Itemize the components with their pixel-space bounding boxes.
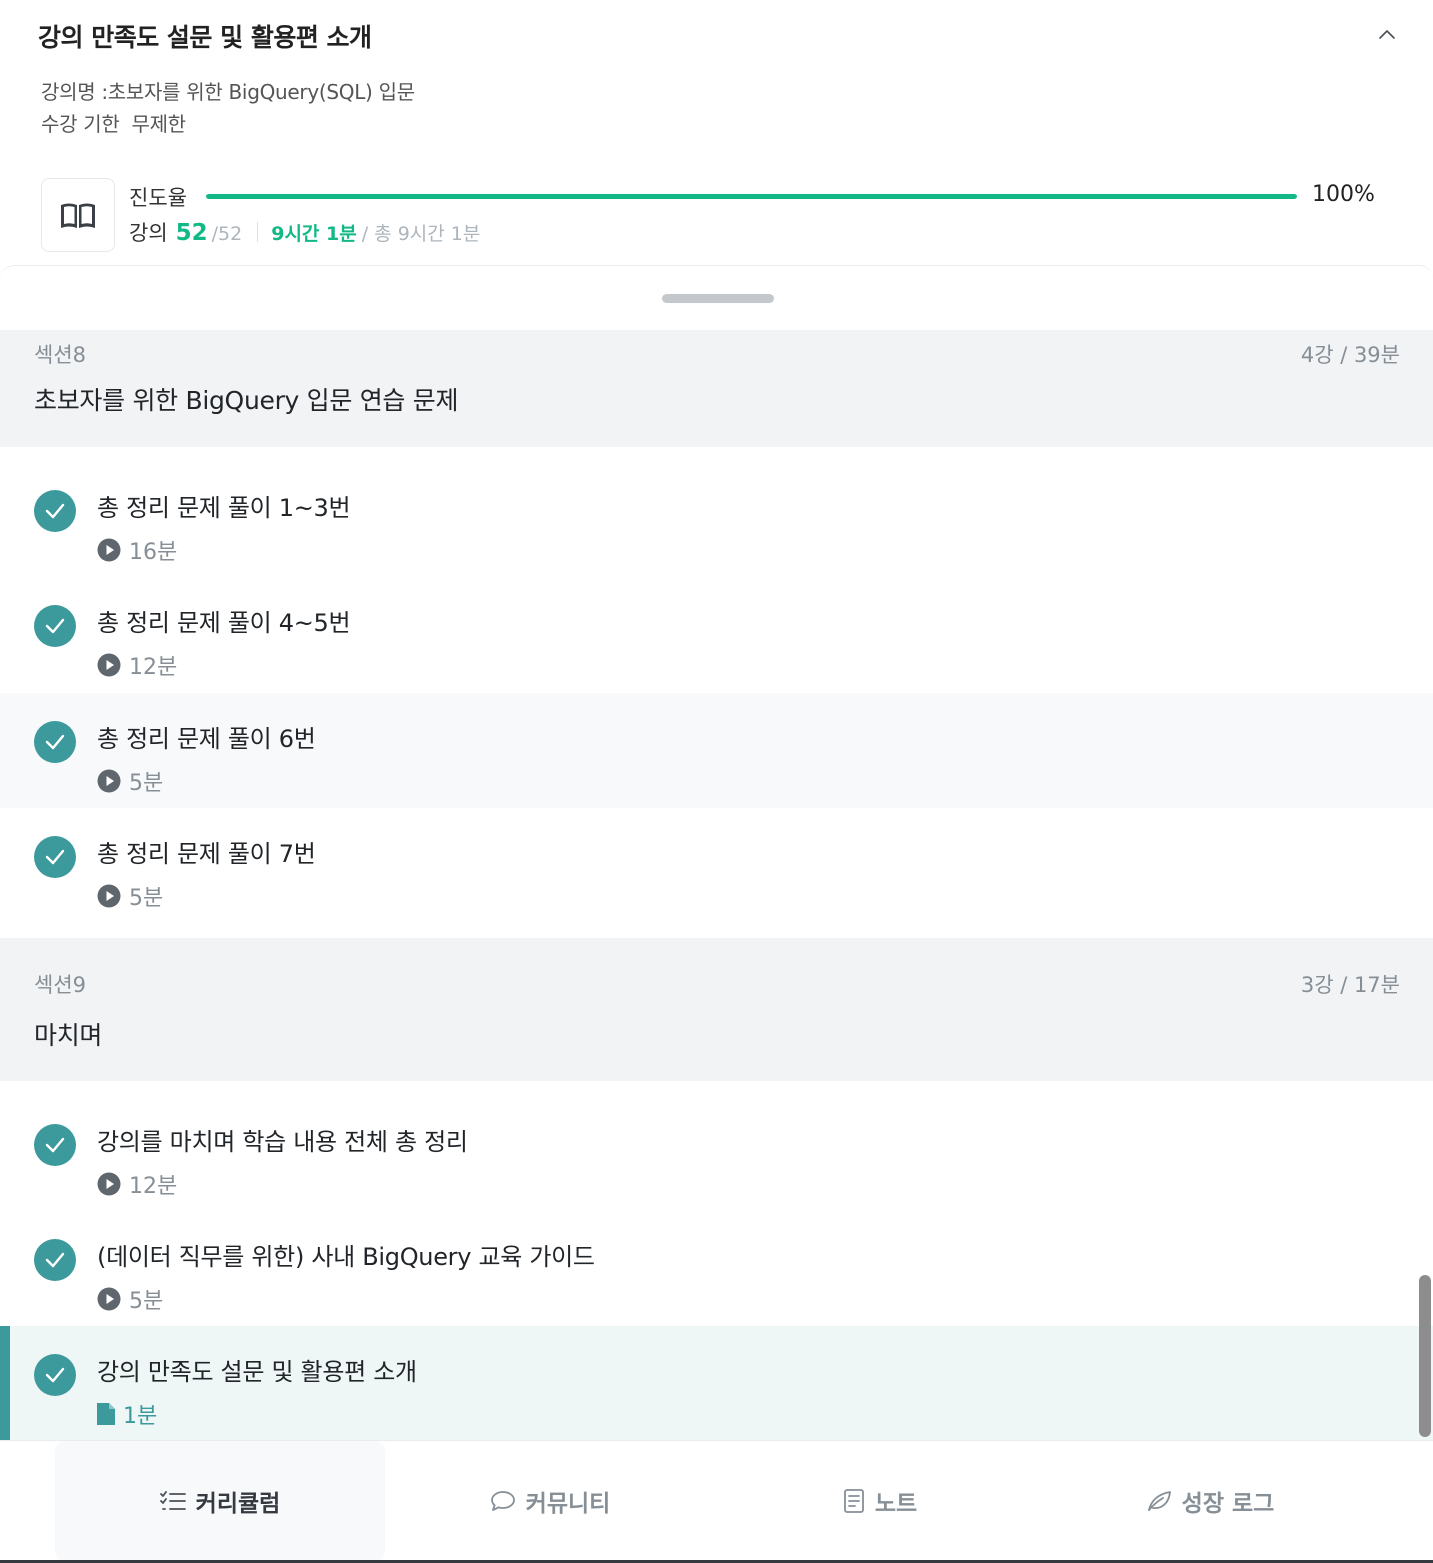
duration-text: 5분	[129, 886, 164, 911]
lesson-duration: 16분	[97, 534, 177, 566]
tab-note-label: 노트	[874, 1491, 918, 1517]
lesson-duration: 5분	[97, 765, 163, 797]
course-name: 강의명 :초보자를 위한 BigQuery(SQL) 입문	[41, 80, 415, 104]
section-meta: 4강 / 39분	[1300, 343, 1400, 367]
period-label: 수강 기한	[41, 112, 120, 136]
check-icon	[45, 503, 65, 519]
chat-bubble-icon	[490, 1491, 515, 1511]
lessons-done: 52	[175, 220, 208, 246]
lesson-title: 강의 만족도 설문 및 활용편 소개	[97, 1358, 417, 1386]
tab-growth-log[interactable]: 성장 로그	[1045, 1441, 1375, 1561]
drag-handle[interactable]	[662, 294, 774, 303]
check-icon	[45, 618, 65, 634]
book-icon	[61, 203, 95, 228]
completed-check	[34, 1124, 76, 1166]
lesson-duration: 5분	[97, 880, 163, 912]
lesson-title: 총 정리 문제 풀이 7번	[97, 840, 316, 868]
check-icon	[45, 1367, 65, 1383]
lesson-item[interactable]: 총 정리 문제 풀이 4~5번 12분	[0, 577, 1433, 692]
section-header[interactable]: 섹션8 4강 / 39분 초보자를 위한 BigQuery 입문 연습 문제	[0, 330, 1433, 447]
section-number: 섹션8	[34, 343, 87, 367]
lesson-title: 총 정리 문제 풀이 6번	[97, 725, 316, 753]
section-title: 마치며	[34, 1021, 103, 1050]
play-circle-icon	[97, 1172, 121, 1196]
course-header: 강의 만족도 설문 및 활용편 소개 강의명 :초보자를 위한 BigQuery…	[0, 0, 1433, 266]
play-circle-icon	[97, 538, 121, 562]
check-icon	[45, 734, 65, 750]
chevron-up-icon[interactable]	[1376, 24, 1398, 46]
section-number: 섹션9	[34, 973, 87, 997]
completed-check	[34, 1354, 76, 1396]
bottom-nav: 커리큘럼 커뮤니티 노트 성장 로그	[0, 1440, 1433, 1563]
scrollbar-thumb[interactable]	[1419, 1275, 1431, 1437]
completed-check	[34, 490, 76, 532]
lesson-duration: 12분	[97, 1168, 177, 1200]
duration-text: 5분	[129, 771, 164, 796]
lesson-item[interactable]: 강의를 마치며 학습 내용 전체 총 정리 12분	[0, 1096, 1433, 1211]
progress-label: 진도율	[129, 186, 187, 210]
duration-text: 12분	[129, 1174, 178, 1199]
duration-text: 1분	[123, 1404, 158, 1429]
note-icon	[843, 1489, 864, 1513]
progress-percent: 100%	[1312, 182, 1375, 207]
document-icon	[97, 1403, 115, 1425]
time-done: 9시간 1분	[271, 223, 357, 245]
lessons-total: /52	[211, 223, 243, 245]
progress-stats: 강의 52 /52 9시간 1분 / 총 9시간 1분	[129, 217, 480, 247]
lesson-item[interactable]: (데이터 직무를 위한) 사내 BigQuery 교육 가이드 5분	[0, 1211, 1433, 1326]
completed-check	[34, 1239, 76, 1281]
duration-text: 12분	[129, 655, 178, 680]
stats-divider	[257, 222, 259, 242]
book-thumbnail	[41, 178, 115, 252]
completed-check	[34, 605, 76, 647]
tab-curriculum-label: 커리큘럼	[195, 1491, 281, 1517]
lesson-duration: 12분	[97, 649, 177, 681]
completed-check	[34, 721, 76, 763]
curriculum-panel: 섹션8 4강 / 39분 초보자를 위한 BigQuery 입문 연습 문제 총…	[0, 265, 1433, 1563]
lesson-title: 총 정리 문제 풀이 4~5번	[97, 609, 351, 637]
play-circle-icon	[97, 653, 121, 677]
play-circle-icon	[97, 1287, 121, 1311]
tab-note[interactable]: 노트	[715, 1441, 1045, 1561]
section-header[interactable]: 섹션9 3강 / 17분 마치며	[0, 938, 1433, 1081]
lesson-item[interactable]: 총 정리 문제 풀이 6번 5분	[0, 693, 1433, 808]
duration-text: 5분	[129, 1289, 164, 1314]
progress-bar-fill	[206, 194, 1297, 199]
lesson-title: 총 정리 문제 풀이 1~3번	[97, 494, 351, 522]
tab-growth-log-label: 성장 로그	[1181, 1491, 1275, 1517]
lesson-title: (데이터 직무를 위한) 사내 BigQuery 교육 가이드	[97, 1243, 595, 1271]
duration-text: 16분	[129, 540, 178, 565]
lesson-duration: 1분	[97, 1398, 157, 1430]
section-meta: 3강 / 17분	[1300, 973, 1400, 997]
lesson-item[interactable]: 총 정리 문제 풀이 7번 5분	[0, 808, 1433, 923]
enrollment-period: 수강 기한 무제한	[41, 108, 186, 137]
tab-curriculum[interactable]: 커리큘럼	[55, 1441, 385, 1561]
progress-bar	[206, 194, 1297, 199]
play-circle-icon	[97, 769, 121, 793]
time-total: / 총 9시간 1분	[361, 223, 481, 245]
completed-check	[34, 836, 76, 878]
current-lesson-title: 강의 만족도 설문 및 활용편 소개	[38, 23, 372, 52]
play-circle-icon	[97, 884, 121, 908]
lesson-duration: 5분	[97, 1283, 163, 1315]
period-value: 무제한	[131, 112, 186, 136]
tab-community[interactable]: 커뮤니티	[385, 1441, 715, 1561]
leaf-icon	[1147, 1491, 1171, 1511]
section-title: 초보자를 위한 BigQuery 입문 연습 문제	[34, 386, 459, 415]
tab-community-label: 커뮤니티	[525, 1491, 611, 1517]
lessons-label: 강의	[129, 221, 168, 245]
lesson-title: 강의를 마치며 학습 내용 전체 총 정리	[97, 1128, 468, 1156]
check-icon	[45, 1252, 65, 1268]
check-icon	[45, 1137, 65, 1153]
check-icon	[45, 849, 65, 865]
lesson-item-active[interactable]: 강의 만족도 설문 및 활용편 소개 1분	[0, 1326, 1433, 1441]
lesson-item[interactable]: 총 정리 문제 풀이 1~3번 16분	[0, 462, 1433, 577]
list-check-icon	[159, 1491, 186, 1510]
